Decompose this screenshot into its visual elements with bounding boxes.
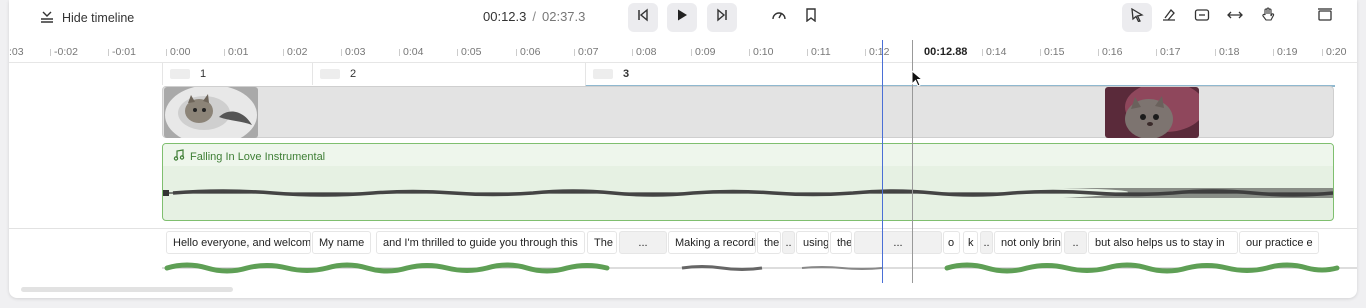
caption-segment-collapsed[interactable]: ...	[619, 231, 667, 254]
skip-forward-button[interactable]	[707, 3, 737, 32]
caption-segment[interactable]: not only brings	[994, 231, 1062, 254]
time-display: 00:12.3 / 02:37.3	[483, 9, 585, 24]
mouse-pointer-icon	[911, 69, 924, 93]
voice-waveform	[162, 262, 1357, 274]
layout-icon	[1317, 8, 1333, 27]
caption-segment[interactable]: but also helps us to stay in	[1088, 231, 1238, 254]
hide-timeline-label: Hide timeline	[62, 11, 135, 25]
timeline-panel: Hide timeline 00:12.3 / 02:37.3:03 -0:02 …	[9, 0, 1357, 298]
audio-track-title: Falling In Love Instrumental	[190, 150, 326, 163]
caption-segment[interactable]: k	[963, 231, 978, 254]
scene-segment[interactable]: 1	[162, 63, 313, 85]
horizontal-scrollbar[interactable]	[21, 287, 233, 292]
ruler-tick: 0:09	[690, 46, 716, 58]
scene-segment[interactable]: 2	[312, 63, 586, 85]
scene-number: 1	[200, 68, 207, 80]
scene-number: 3	[623, 68, 630, 80]
layout-button[interactable]	[1310, 3, 1340, 32]
audio-track-header	[163, 144, 1333, 166]
caption-segment[interactable]: using	[796, 231, 829, 254]
ruler-tick: 0:18	[1214, 46, 1240, 58]
transition-icon	[1194, 8, 1210, 27]
ruler-tick: 0:02	[282, 46, 308, 58]
ruler-tick: 0:07	[573, 46, 599, 58]
stretch-icon	[1227, 8, 1243, 27]
ruler-tick: 0:11	[807, 46, 831, 58]
time-separator: /	[532, 9, 536, 24]
select-tool-button[interactable]	[1122, 3, 1152, 32]
audio-track-label: Falling In Love Instrumental	[173, 149, 325, 164]
skip-back-icon	[636, 8, 650, 27]
ruler-tick: -0:02	[50, 46, 78, 58]
ruler-tick: 0:04	[398, 46, 424, 58]
ruler-tick: 0:06	[515, 46, 541, 58]
scene-segment-active[interactable]: 3	[585, 63, 1335, 87]
ruler-tick: 0:15	[1039, 46, 1065, 58]
ruler-tick: 0:12	[864, 46, 890, 58]
audio-track[interactable]: Falling In Love Instrumental	[162, 143, 1334, 221]
play-button[interactable]	[667, 3, 697, 32]
caption-segment[interactable]: the	[757, 231, 781, 254]
scene-strip: 1 2 3	[162, 63, 1335, 87]
playback-speed-button[interactable]	[764, 3, 794, 32]
scene-number: 2	[350, 68, 357, 80]
ruler-tick: -0:01	[108, 46, 136, 58]
hide-timeline-button[interactable]: Hide timeline	[40, 8, 134, 28]
current-time: 00:12.3	[483, 9, 527, 24]
stretch-tool-button[interactable]	[1220, 3, 1250, 32]
scene-chip	[170, 69, 190, 79]
playhead-line[interactable]	[882, 40, 883, 283]
eraser-icon	[1161, 8, 1177, 27]
time-ruler[interactable]: :03 -0:02 -0:01 0:00 0:01 0:02 0:03 0:04…	[9, 40, 1357, 63]
caption-segment-collapsed[interactable]: ...	[854, 231, 942, 254]
ruler-tick: 0:05	[456, 46, 482, 58]
transition-tool-button[interactable]	[1187, 3, 1217, 32]
caption-segment[interactable]: o	[943, 231, 960, 254]
ruler-tick: 0:01	[223, 46, 249, 58]
video-track[interactable]	[162, 86, 1334, 138]
hand-tool-button[interactable]	[1253, 3, 1283, 32]
bookmark-button[interactable]	[796, 3, 826, 32]
ruler-tick: 0:17	[1155, 46, 1181, 58]
scene-chip	[593, 69, 613, 79]
hand-tool-icon	[1260, 7, 1276, 28]
total-time: 02:37.3	[542, 9, 586, 24]
kitten-thumbnail-right	[1105, 87, 1199, 138]
kitten-thumbnail-left	[164, 87, 258, 138]
timeline-toolbar: Hide timeline 00:12.3 / 02:37.3	[9, 0, 1357, 36]
music-note-icon	[173, 149, 185, 164]
caption-segment[interactable]: our practice e	[1239, 231, 1319, 254]
select-tool-icon	[1130, 7, 1144, 27]
play-icon	[675, 8, 689, 27]
ruler-tick: 0:08	[631, 46, 657, 58]
caption-segment[interactable]: the	[830, 231, 852, 254]
ruler-tick: 0:14	[981, 46, 1007, 58]
caption-segment-collapsed[interactable]: ..	[980, 231, 993, 254]
ruler-tick: 0:20	[1321, 46, 1347, 58]
speed-icon	[771, 8, 787, 27]
audio-waveform	[163, 188, 1333, 198]
caption-segment[interactable]: Hello everyone, and welcome	[166, 231, 311, 254]
caption-segment-collapsed[interactable]: ..	[1064, 231, 1087, 254]
ruler-tick: 0:10	[748, 46, 774, 58]
hide-timeline-icon	[40, 10, 54, 27]
ruler-tick: 0:19	[1272, 46, 1298, 58]
caption-segment[interactable]: and I'm thrilled to guide you through th…	[376, 231, 585, 254]
eraser-tool-button[interactable]	[1154, 3, 1184, 32]
bookmark-icon	[805, 8, 817, 27]
caption-segment-collapsed[interactable]: ..	[782, 231, 795, 254]
skip-back-button[interactable]	[628, 3, 658, 32]
ruler-tick: :03	[9, 46, 24, 58]
skip-forward-icon	[715, 8, 729, 27]
scene-chip	[320, 69, 340, 79]
playhead-time-label: 00:12.88	[922, 46, 970, 58]
caption-segment[interactable]: Making a recording	[668, 231, 756, 254]
caption-segment[interactable]: The	[587, 231, 617, 254]
ruler-tick: 0:16	[1097, 46, 1123, 58]
ruler-tick: 0:03	[340, 46, 366, 58]
ruler-tick: 0:00	[165, 46, 191, 58]
caption-segment[interactable]: My name	[312, 231, 371, 254]
